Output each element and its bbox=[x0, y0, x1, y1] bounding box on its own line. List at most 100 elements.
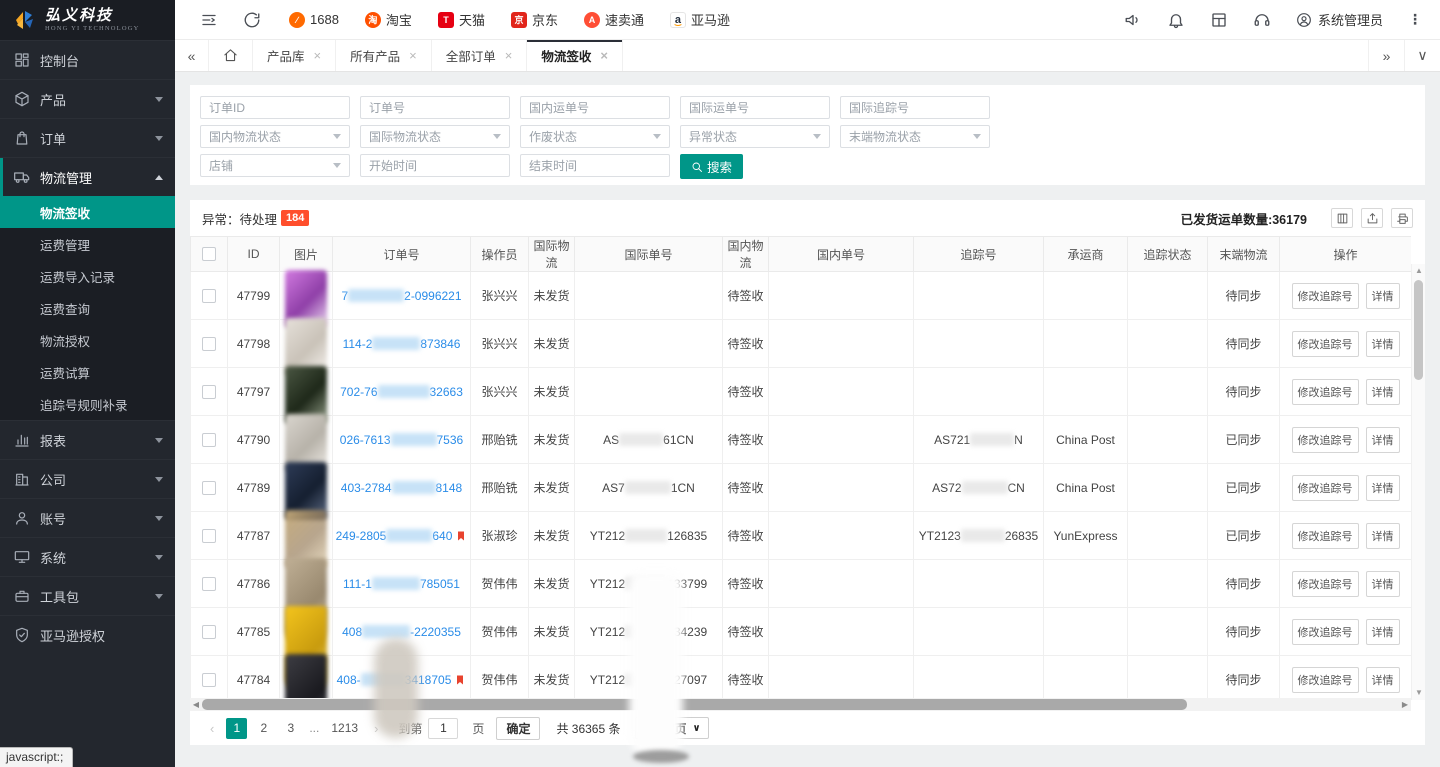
order-link[interactable]: 111-1785051 bbox=[343, 577, 460, 591]
page-size-select[interactable]: 30 条/页 ∨ bbox=[635, 717, 709, 739]
row-checkbox[interactable] bbox=[202, 673, 216, 687]
row-checkbox[interactable] bbox=[202, 337, 216, 351]
printer-icon[interactable] bbox=[1391, 208, 1413, 228]
refresh-icon[interactable] bbox=[243, 11, 261, 29]
order-link[interactable]: 114-2873846 bbox=[343, 337, 461, 351]
filter-input-订单ID[interactable]: 订单ID bbox=[200, 96, 350, 119]
order-link[interactable]: 408-2220355 bbox=[342, 625, 461, 639]
edit-tracking-button[interactable]: 修改追踪号 bbox=[1292, 379, 1359, 405]
user-menu[interactable]: 系统管理员 bbox=[1296, 10, 1383, 29]
pending-label[interactable]: 待处理 bbox=[240, 209, 278, 228]
sidebar-item-物流管理[interactable]: 物流管理 bbox=[0, 157, 175, 196]
edit-tracking-button[interactable]: 修改追踪号 bbox=[1292, 331, 1359, 357]
filter-select-店铺[interactable]: 店铺 bbox=[200, 154, 350, 177]
bell-icon[interactable] bbox=[1167, 11, 1185, 29]
columns-icon[interactable] bbox=[1331, 208, 1353, 228]
more-menu-icon[interactable]: ⋮ bbox=[1408, 11, 1422, 28]
filter-select-国际物流状态[interactable]: 国际物流状态 bbox=[360, 125, 510, 148]
edit-tracking-button[interactable]: 修改追踪号 bbox=[1292, 619, 1359, 645]
tab-产品库[interactable]: 产品库× bbox=[253, 40, 336, 71]
detail-button[interactable]: 详情 bbox=[1366, 571, 1400, 597]
sidebar-item-公司[interactable]: 公司 bbox=[0, 459, 175, 498]
row-checkbox[interactable] bbox=[202, 289, 216, 303]
submenu-item-运费导入记录[interactable]: 运费导入记录 bbox=[0, 260, 175, 292]
submenu-item-追踪号规则补录[interactable]: 追踪号规则补录 bbox=[0, 388, 175, 420]
pending-count-badge[interactable]: 184 bbox=[281, 210, 309, 226]
detail-button[interactable]: 详情 bbox=[1366, 475, 1400, 501]
submenu-item-物流签收[interactable]: 物流签收 bbox=[0, 196, 175, 228]
tab-所有产品[interactable]: 所有产品× bbox=[336, 40, 432, 71]
export-icon[interactable] bbox=[1361, 208, 1383, 228]
scroll-left-icon[interactable]: ◀ bbox=[190, 698, 202, 711]
tabs-dropdown[interactable]: ∨ bbox=[1404, 40, 1440, 71]
filter-input-开始时间[interactable]: 开始时间 bbox=[360, 154, 510, 177]
row-checkbox[interactable] bbox=[202, 577, 216, 591]
horizontal-scroll-thumb[interactable] bbox=[202, 699, 1187, 710]
marketplace-link-天猫[interactable]: T天猫 bbox=[438, 10, 485, 29]
tabs-scroll-right[interactable]: » bbox=[1368, 40, 1404, 71]
order-link[interactable]: 702-7632663 bbox=[340, 385, 463, 399]
row-checkbox[interactable] bbox=[202, 385, 216, 399]
select-all-checkbox[interactable] bbox=[202, 247, 216, 261]
submenu-item-运费管理[interactable]: 运费管理 bbox=[0, 228, 175, 260]
submenu-item-运费查询[interactable]: 运费查询 bbox=[0, 292, 175, 324]
marketplace-link-淘宝[interactable]: 淘淘宝 bbox=[365, 10, 412, 29]
order-link[interactable]: 403-27848148 bbox=[341, 481, 462, 495]
sidebar-item-控制台[interactable]: 控制台 bbox=[0, 40, 175, 79]
detail-button[interactable]: 详情 bbox=[1366, 283, 1400, 309]
filter-select-国内物流状态[interactable]: 国内物流状态 bbox=[200, 125, 350, 148]
product-thumbnail[interactable] bbox=[285, 654, 327, 699]
order-link[interactable]: 408-3418705 bbox=[337, 673, 452, 687]
tab-物流签收[interactable]: 物流签收× bbox=[527, 40, 623, 71]
home-tab-icon[interactable] bbox=[209, 40, 253, 71]
edit-tracking-button[interactable]: 修改追踪号 bbox=[1292, 571, 1359, 597]
page-button-1213[interactable]: 1213 bbox=[327, 718, 362, 739]
order-link[interactable]: 026-76137536 bbox=[340, 433, 463, 447]
order-link[interactable]: 249-2805640 bbox=[336, 529, 453, 543]
volume-icon[interactable] bbox=[1124, 11, 1142, 29]
page-button-3[interactable]: 3 bbox=[280, 718, 301, 739]
tabs-scroll-left[interactable]: « bbox=[175, 40, 209, 71]
submenu-item-运费试算[interactable]: 运费试算 bbox=[0, 356, 175, 388]
detail-button[interactable]: 详情 bbox=[1366, 427, 1400, 453]
edit-tracking-button[interactable]: 修改追踪号 bbox=[1292, 283, 1359, 309]
submenu-item-物流授权[interactable]: 物流授权 bbox=[0, 324, 175, 356]
detail-button[interactable]: 详情 bbox=[1366, 379, 1400, 405]
detail-button[interactable]: 详情 bbox=[1366, 619, 1400, 645]
order-link[interactable]: 72-0996221 bbox=[341, 289, 461, 303]
scroll-right-icon[interactable]: ▶ bbox=[1399, 698, 1411, 711]
search-button[interactable]: 搜索 bbox=[680, 154, 743, 179]
row-checkbox[interactable] bbox=[202, 529, 216, 543]
scroll-up-icon[interactable]: ▲ bbox=[1412, 264, 1426, 278]
sidebar-item-订单[interactable]: 订单 bbox=[0, 118, 175, 157]
filter-input-国内运单号[interactable]: 国内运单号 bbox=[520, 96, 670, 119]
sidebar-item-产品[interactable]: 产品 bbox=[0, 79, 175, 118]
sidebar-item-报表[interactable]: 报表 bbox=[0, 420, 175, 459]
goto-page-input[interactable]: 1 bbox=[428, 718, 458, 739]
marketplace-link-京东[interactable]: 京京东 bbox=[511, 10, 558, 29]
row-checkbox[interactable] bbox=[202, 625, 216, 639]
next-page-icon[interactable]: › bbox=[368, 721, 384, 736]
sidebar-item-账号[interactable]: 账号 bbox=[0, 498, 175, 537]
row-checkbox[interactable] bbox=[202, 433, 216, 447]
edit-tracking-button[interactable]: 修改追踪号 bbox=[1292, 427, 1359, 453]
detail-button[interactable]: 详情 bbox=[1366, 331, 1400, 357]
board-icon[interactable] bbox=[1210, 11, 1228, 29]
vertical-scroll-thumb[interactable] bbox=[1414, 280, 1423, 380]
close-icon[interactable]: × bbox=[600, 48, 608, 63]
filter-select-异常状态[interactable]: 异常状态 bbox=[680, 125, 830, 148]
goto-confirm-button[interactable]: 确定 bbox=[496, 717, 540, 740]
collapse-sidebar-icon[interactable] bbox=[200, 11, 218, 29]
close-icon[interactable]: × bbox=[314, 48, 322, 63]
detail-button[interactable]: 详情 bbox=[1366, 523, 1400, 549]
filter-select-末端物流状态[interactable]: 末端物流状态 bbox=[840, 125, 990, 148]
edit-tracking-button[interactable]: 修改追踪号 bbox=[1292, 667, 1359, 693]
horizontal-scrollbar[interactable]: ◀ ▶ bbox=[190, 698, 1411, 711]
edit-tracking-button[interactable]: 修改追踪号 bbox=[1292, 475, 1359, 501]
marketplace-link-1688[interactable]: ∕1688 bbox=[289, 12, 339, 28]
scroll-down-icon[interactable]: ▼ bbox=[1412, 686, 1426, 700]
sidebar-item-工具包[interactable]: 工具包 bbox=[0, 576, 175, 615]
detail-button[interactable]: 详情 bbox=[1366, 667, 1400, 693]
filter-input-国际运单号[interactable]: 国际运单号 bbox=[680, 96, 830, 119]
filter-select-作废状态[interactable]: 作废状态 bbox=[520, 125, 670, 148]
